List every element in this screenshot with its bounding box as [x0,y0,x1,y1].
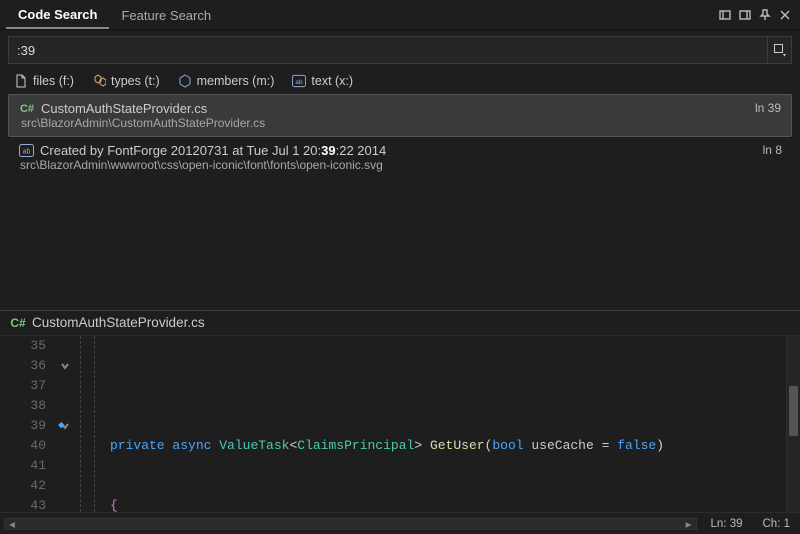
members-icon [178,74,192,88]
result-title: Created by FontForge 20120731 at Tue Jul… [40,143,386,158]
window-dock-left-icon[interactable] [716,6,734,24]
result-path: src\BlazorAdmin\CustomAuthStateProvider.… [19,116,783,130]
result-line-badge: ln 8 [763,143,782,157]
preview-filename: CustomAuthStateProvider.cs [32,315,205,330]
results-list: C# CustomAuthStateProvider.cs src\Blazor… [8,94,792,179]
line-number-gutter: 35 36 37 38 39 40 41 42 43 [0,336,54,512]
minimap[interactable] [786,336,800,512]
result-line-badge: ln 39 [755,101,781,115]
search-row [8,36,792,64]
tab-feature-search[interactable]: Feature Search [109,2,223,28]
filter-bar: files (f:) types (t:) members (m:) ab te… [0,68,800,94]
search-options-dropdown[interactable] [767,37,791,63]
title-bar: Code Search Feature Search [0,0,800,30]
preview-pane: C# CustomAuthStateProvider.cs 35 36 37 3… [0,310,800,512]
scroll-right-icon[interactable]: ▸ [682,519,696,529]
result-item[interactable]: C# CustomAuthStateProvider.cs src\Blazor… [8,94,792,137]
text-match-icon: ab [18,144,34,157]
search-input[interactable] [9,43,767,58]
filter-text[interactable]: ab text (x:) [292,74,353,88]
filter-members[interactable]: members (m:) [178,74,275,88]
csharp-icon: C# [19,103,35,115]
filter-label: text (x:) [311,74,353,88]
filter-label: files (f:) [33,74,74,88]
bookmark-glyph-icon: ◆ [58,416,65,436]
preview-header: C# CustomAuthStateProvider.cs [0,311,800,336]
filter-types[interactable]: types (t:) [92,74,160,88]
types-icon [92,74,106,88]
csharp-icon: C# [10,316,26,330]
filter-files[interactable]: files (f:) [14,74,74,88]
svg-text:ab: ab [22,149,30,156]
tab-code-search[interactable]: Code Search [6,1,109,29]
status-char: Ch: 1 [753,518,800,530]
window-dock-right-icon[interactable] [736,6,754,24]
file-icon [14,74,28,88]
scroll-left-icon[interactable]: ◂ [5,519,19,529]
indent-guides [76,336,106,512]
close-icon[interactable] [776,6,794,24]
pin-icon[interactable] [756,6,774,24]
horizontal-scrollbar[interactable]: ◂ ▸ [4,518,697,530]
code-editor[interactable]: 35 36 37 38 39 40 41 42 43 priva [0,336,800,512]
filter-label: members (m:) [197,74,275,88]
result-path: src\BlazorAdmin\wwwroot\css\open-iconic\… [18,158,784,172]
status-bar: ◂ ▸ Ln: 39 Ch: 1 [0,512,800,534]
code-content[interactable]: private async ValueTask<ClaimsPrincipal>… [106,336,800,512]
status-line: Ln: 39 [701,518,753,530]
minimap-thumb[interactable] [789,386,798,436]
result-item[interactable]: ab Created by FontForge 20120731 at Tue … [8,137,792,179]
filter-label: types (t:) [111,74,160,88]
result-title: CustomAuthStateProvider.cs [41,101,207,116]
svg-text:ab: ab [296,79,304,86]
text-icon: ab [292,74,306,88]
